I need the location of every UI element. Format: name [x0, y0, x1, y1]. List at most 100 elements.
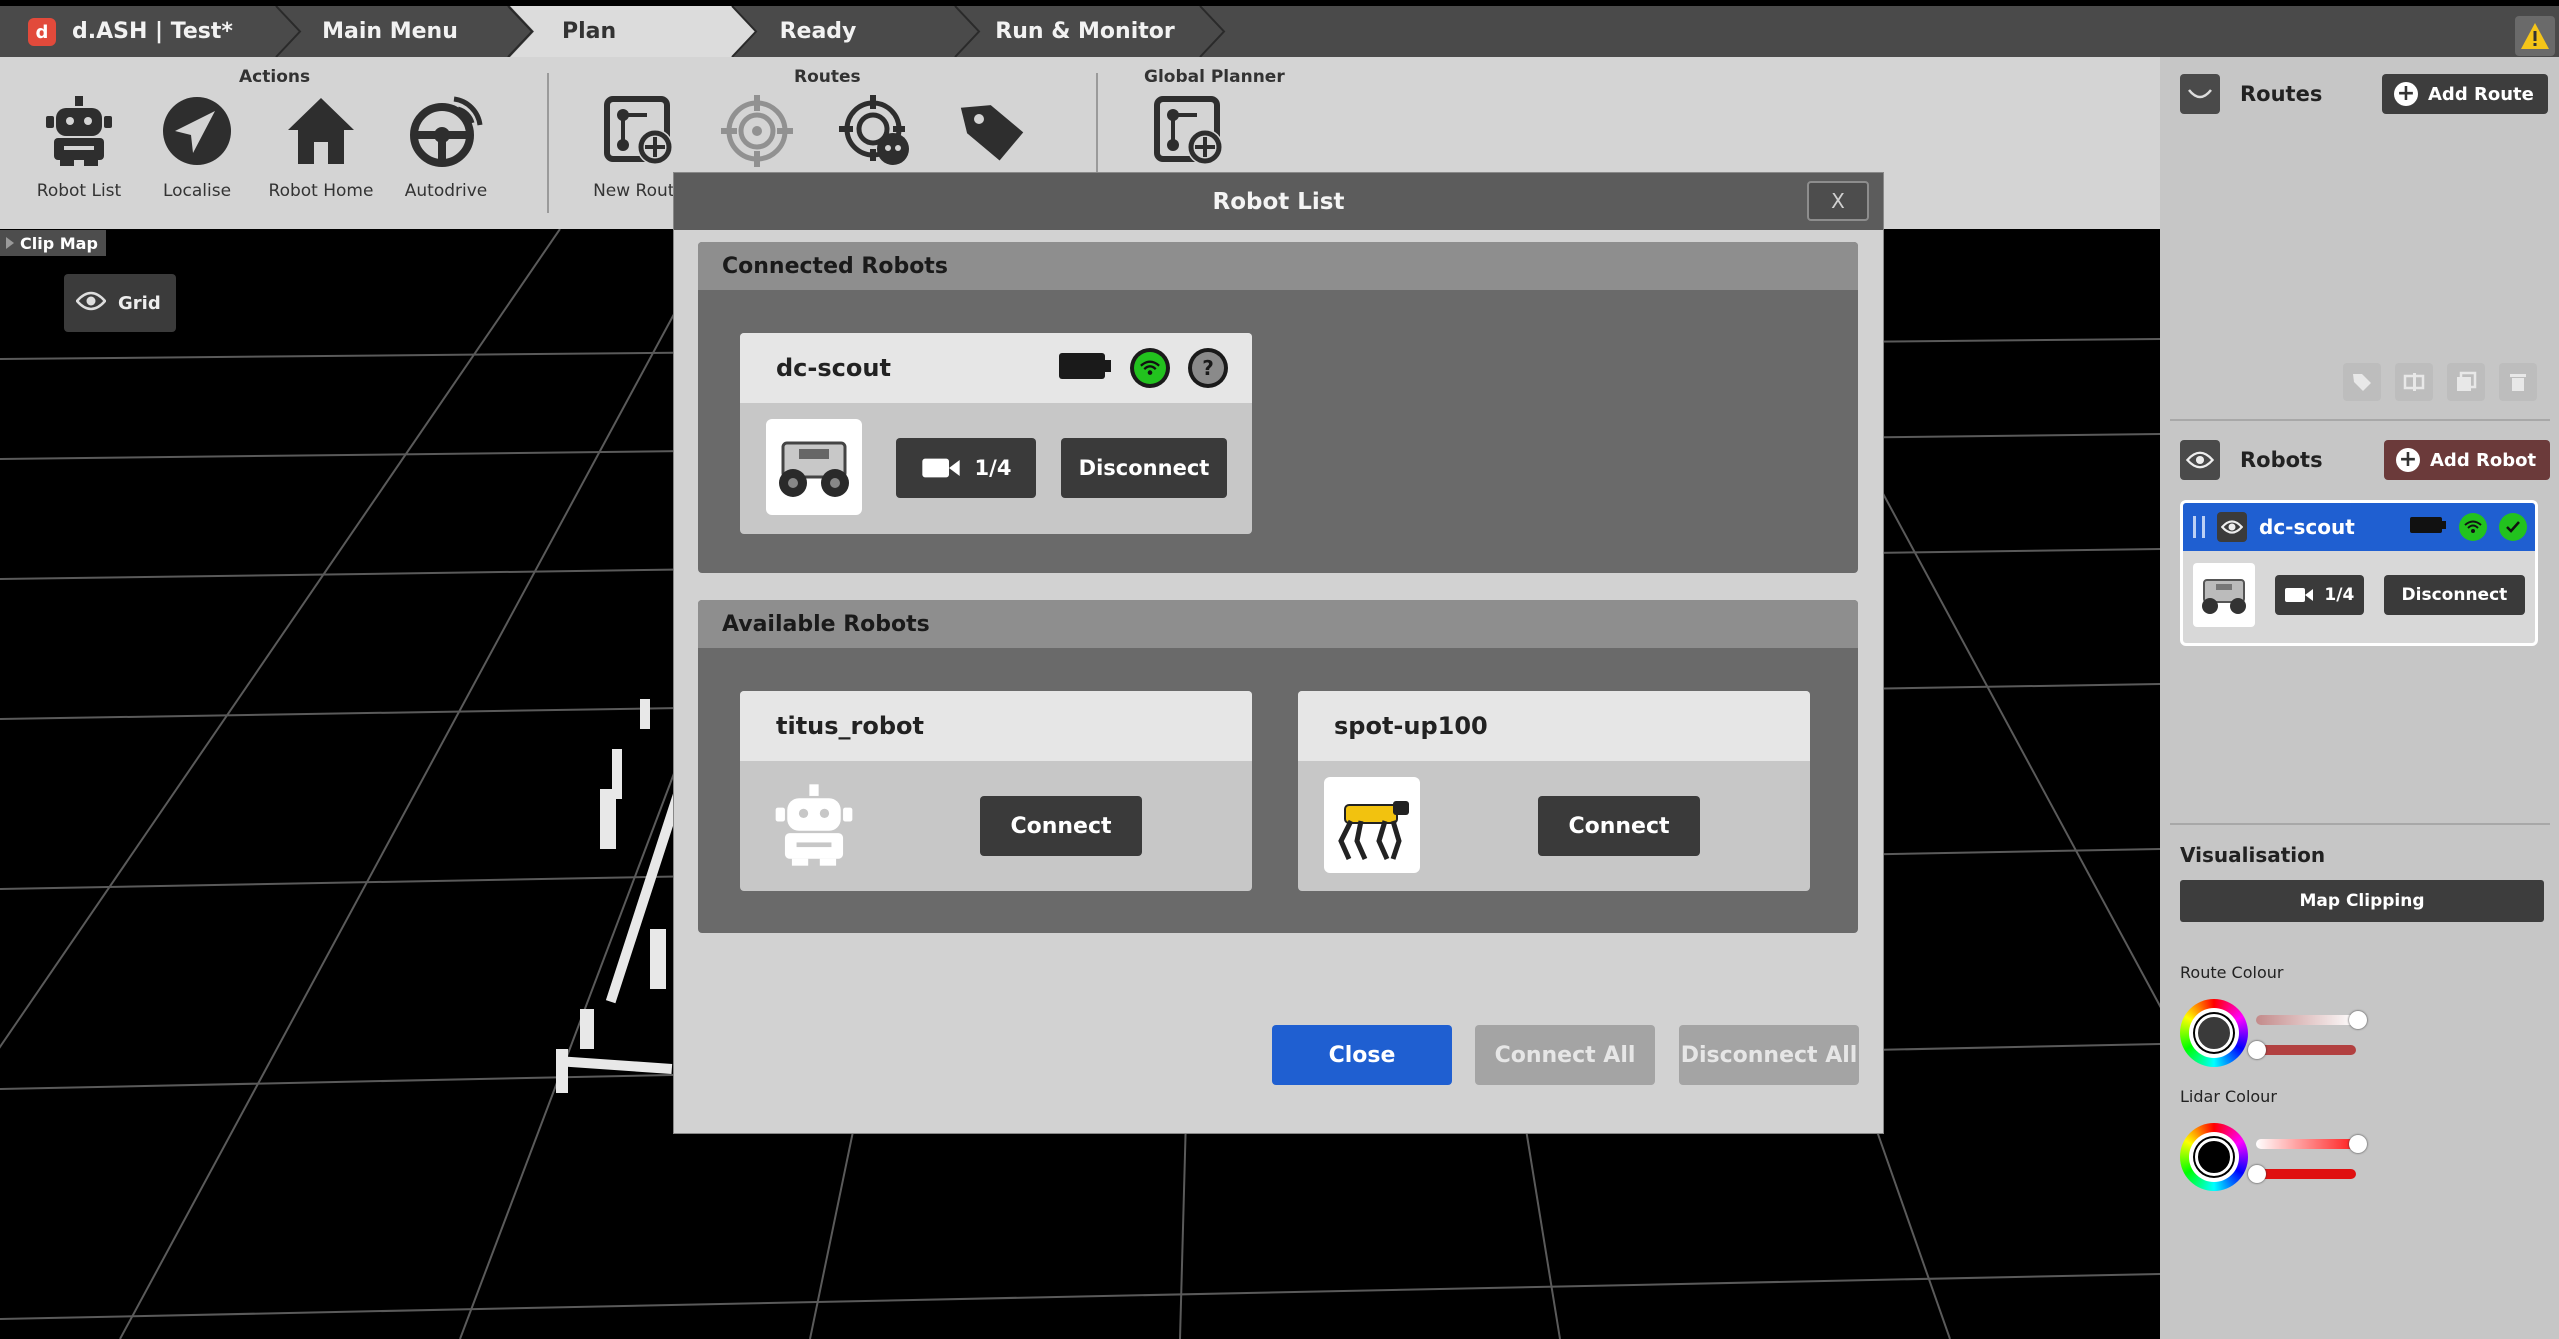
- add-route-button[interactable]: + Add Route: [2382, 74, 2548, 114]
- route-colour-alpha-slider[interactable]: [2256, 1045, 2356, 1055]
- app-logo-icon: d: [28, 18, 56, 46]
- robot-name: spot-up100: [1334, 712, 1488, 740]
- slider-knob[interactable]: [2248, 1041, 2266, 1059]
- robot-card-header: titus_robot: [740, 691, 1252, 761]
- grid-label: Grid: [118, 292, 161, 314]
- battery-icon: [2409, 515, 2447, 539]
- warning-icon[interactable]: [2515, 16, 2555, 56]
- new-route-label: New Route: [593, 181, 685, 201]
- slider-knob[interactable]: [2349, 1011, 2367, 1029]
- robot-name: dc-scout: [2259, 515, 2355, 539]
- eye-icon: [75, 291, 107, 316]
- robot-list-dialog: Robot List X Connected Robots dc-scout ?: [674, 173, 1883, 1133]
- clip-map-toggle[interactable]: Clip Map: [0, 230, 106, 256]
- robot-card-header: dc-scout: [2183, 503, 2535, 551]
- panel-divider: [2170, 823, 2550, 825]
- breadcrumb-plan[interactable]: Plan: [530, 6, 640, 57]
- route-colour-swatch: [2195, 1014, 2233, 1052]
- camera-button[interactable]: 1/4: [896, 438, 1036, 498]
- expand-triangle-icon: [6, 237, 14, 249]
- grid-toggle-button[interactable]: Grid: [64, 274, 176, 332]
- robot-list-label: Robot List: [36, 181, 122, 201]
- robot-card-body: Connect: [1298, 761, 1810, 891]
- split-route-icon[interactable]: [2395, 363, 2433, 401]
- available-robot-card-titus: titus_robot Connect: [740, 691, 1252, 891]
- top-bar: d d.ASH | Test* Main Menu Plan Ready Run…: [0, 0, 2559, 57]
- connect-button[interactable]: Connect: [1538, 796, 1700, 856]
- close-x-button[interactable]: X: [1807, 181, 1869, 221]
- dialog-header: Robot List: [674, 173, 1883, 230]
- close-button[interactable]: Close: [1272, 1025, 1452, 1085]
- trash-icon[interactable]: [2499, 363, 2537, 401]
- dialog-title: Robot List: [1212, 188, 1345, 215]
- camera-button[interactable]: 1/4: [2274, 575, 2364, 615]
- robot-home-label: Robot Home: [268, 181, 374, 201]
- localise-tool[interactable]: Localise: [132, 91, 262, 211]
- duplicate-route-icon[interactable]: [2447, 363, 2485, 401]
- routes-title: Routes: [2240, 82, 2323, 106]
- disconnect-all-button[interactable]: Disconnect All: [1679, 1025, 1859, 1085]
- camera-count: 1/4: [974, 456, 1012, 480]
- map-clipping-button[interactable]: Map Clipping: [2180, 880, 2544, 922]
- add-robot-button[interactable]: + Add Robot: [2384, 440, 2551, 480]
- connected-robots-title: Connected Robots: [698, 242, 1858, 290]
- robot-card-body: Connect: [740, 761, 1252, 891]
- help-icon[interactable]: ?: [1188, 348, 1228, 388]
- lidar-colour-brightness-slider[interactable]: [2256, 1139, 2356, 1149]
- localise-arrow-icon: [157, 91, 237, 171]
- route-tools: [2343, 363, 2537, 401]
- target-icon: [717, 91, 797, 171]
- add-route-label: Add Route: [2428, 83, 2534, 105]
- localise-label: Localise: [162, 181, 232, 201]
- slider-knob[interactable]: [2349, 1135, 2367, 1153]
- lidar-colour-alpha-slider[interactable]: [2256, 1169, 2356, 1179]
- autodrive-tool[interactable]: Autodrive: [381, 91, 511, 211]
- tag-icon[interactable]: [2343, 363, 2381, 401]
- available-robots-title: Available Robots: [698, 600, 1858, 648]
- autodrive-label: Autodrive: [404, 181, 488, 201]
- connected-robot-card: dc-scout ? 1/4 Disconnect: [740, 333, 1252, 534]
- new-route-icon: [1149, 91, 1229, 171]
- routes-collapse-icon[interactable]: [2180, 74, 2220, 114]
- plus-icon: +: [2396, 448, 2420, 472]
- add-robot-label: Add Robot: [2430, 449, 2537, 471]
- robot-icon: [39, 91, 119, 171]
- robot-card-dc-scout[interactable]: dc-scout 1/4 Disconnect: [2180, 500, 2538, 646]
- plus-icon: +: [2394, 82, 2418, 106]
- available-robots-section: Available Robots titus_robot Connect spo…: [698, 600, 1858, 933]
- connect-button[interactable]: Connect: [980, 796, 1142, 856]
- breadcrumb-run-monitor[interactable]: Run & Monitor: [980, 6, 1190, 57]
- breadcrumb-ready[interactable]: Ready: [756, 6, 880, 57]
- slider-knob[interactable]: [2248, 1165, 2266, 1183]
- app-title: d.ASH | Test*: [72, 19, 233, 44]
- camera-count: 1/4: [2324, 585, 2355, 605]
- robot-list-tool[interactable]: Robot List: [14, 91, 144, 211]
- clip-map-label: Clip Map: [20, 233, 98, 253]
- eye-icon[interactable]: [2180, 440, 2220, 480]
- disconnect-button[interactable]: Disconnect: [1061, 438, 1227, 498]
- wifi-icon: [1130, 348, 1170, 388]
- check-icon: [2499, 513, 2527, 541]
- connect-all-button[interactable]: Connect All: [1475, 1025, 1655, 1085]
- routes-panel-header: Routes: [2180, 74, 2322, 114]
- drag-handle-icon[interactable]: [2193, 516, 2205, 538]
- robot-thumbnail: [2193, 563, 2255, 627]
- disconnect-button[interactable]: Disconnect: [2383, 575, 2525, 615]
- robot-card-body: 1/4 Disconnect: [2183, 551, 2535, 639]
- target-robot-icon: [835, 91, 915, 171]
- route-colour-label: Route Colour: [2180, 963, 2284, 982]
- lidar-colour-wheel[interactable]: [2180, 1123, 2248, 1191]
- robot-home-tool[interactable]: Robot Home: [256, 91, 386, 211]
- route-colour-wheel[interactable]: [2180, 999, 2248, 1067]
- panel-divider: [2170, 419, 2550, 421]
- camera-icon: [2285, 588, 2314, 602]
- camera-icon: [921, 458, 960, 478]
- breadcrumb-main-menu[interactable]: Main Menu: [300, 6, 480, 57]
- eye-icon[interactable]: [2217, 512, 2247, 542]
- robot-thumbnail: [766, 419, 862, 515]
- toolbar-divider: [547, 73, 549, 213]
- routes-group-title: Routes: [794, 67, 861, 87]
- connected-robots-section: Connected Robots dc-scout ? 1/4 Disconne…: [698, 242, 1858, 573]
- route-colour-brightness-slider[interactable]: [2256, 1015, 2356, 1025]
- available-robot-card-spot: spot-up100 Connect: [1298, 691, 1810, 891]
